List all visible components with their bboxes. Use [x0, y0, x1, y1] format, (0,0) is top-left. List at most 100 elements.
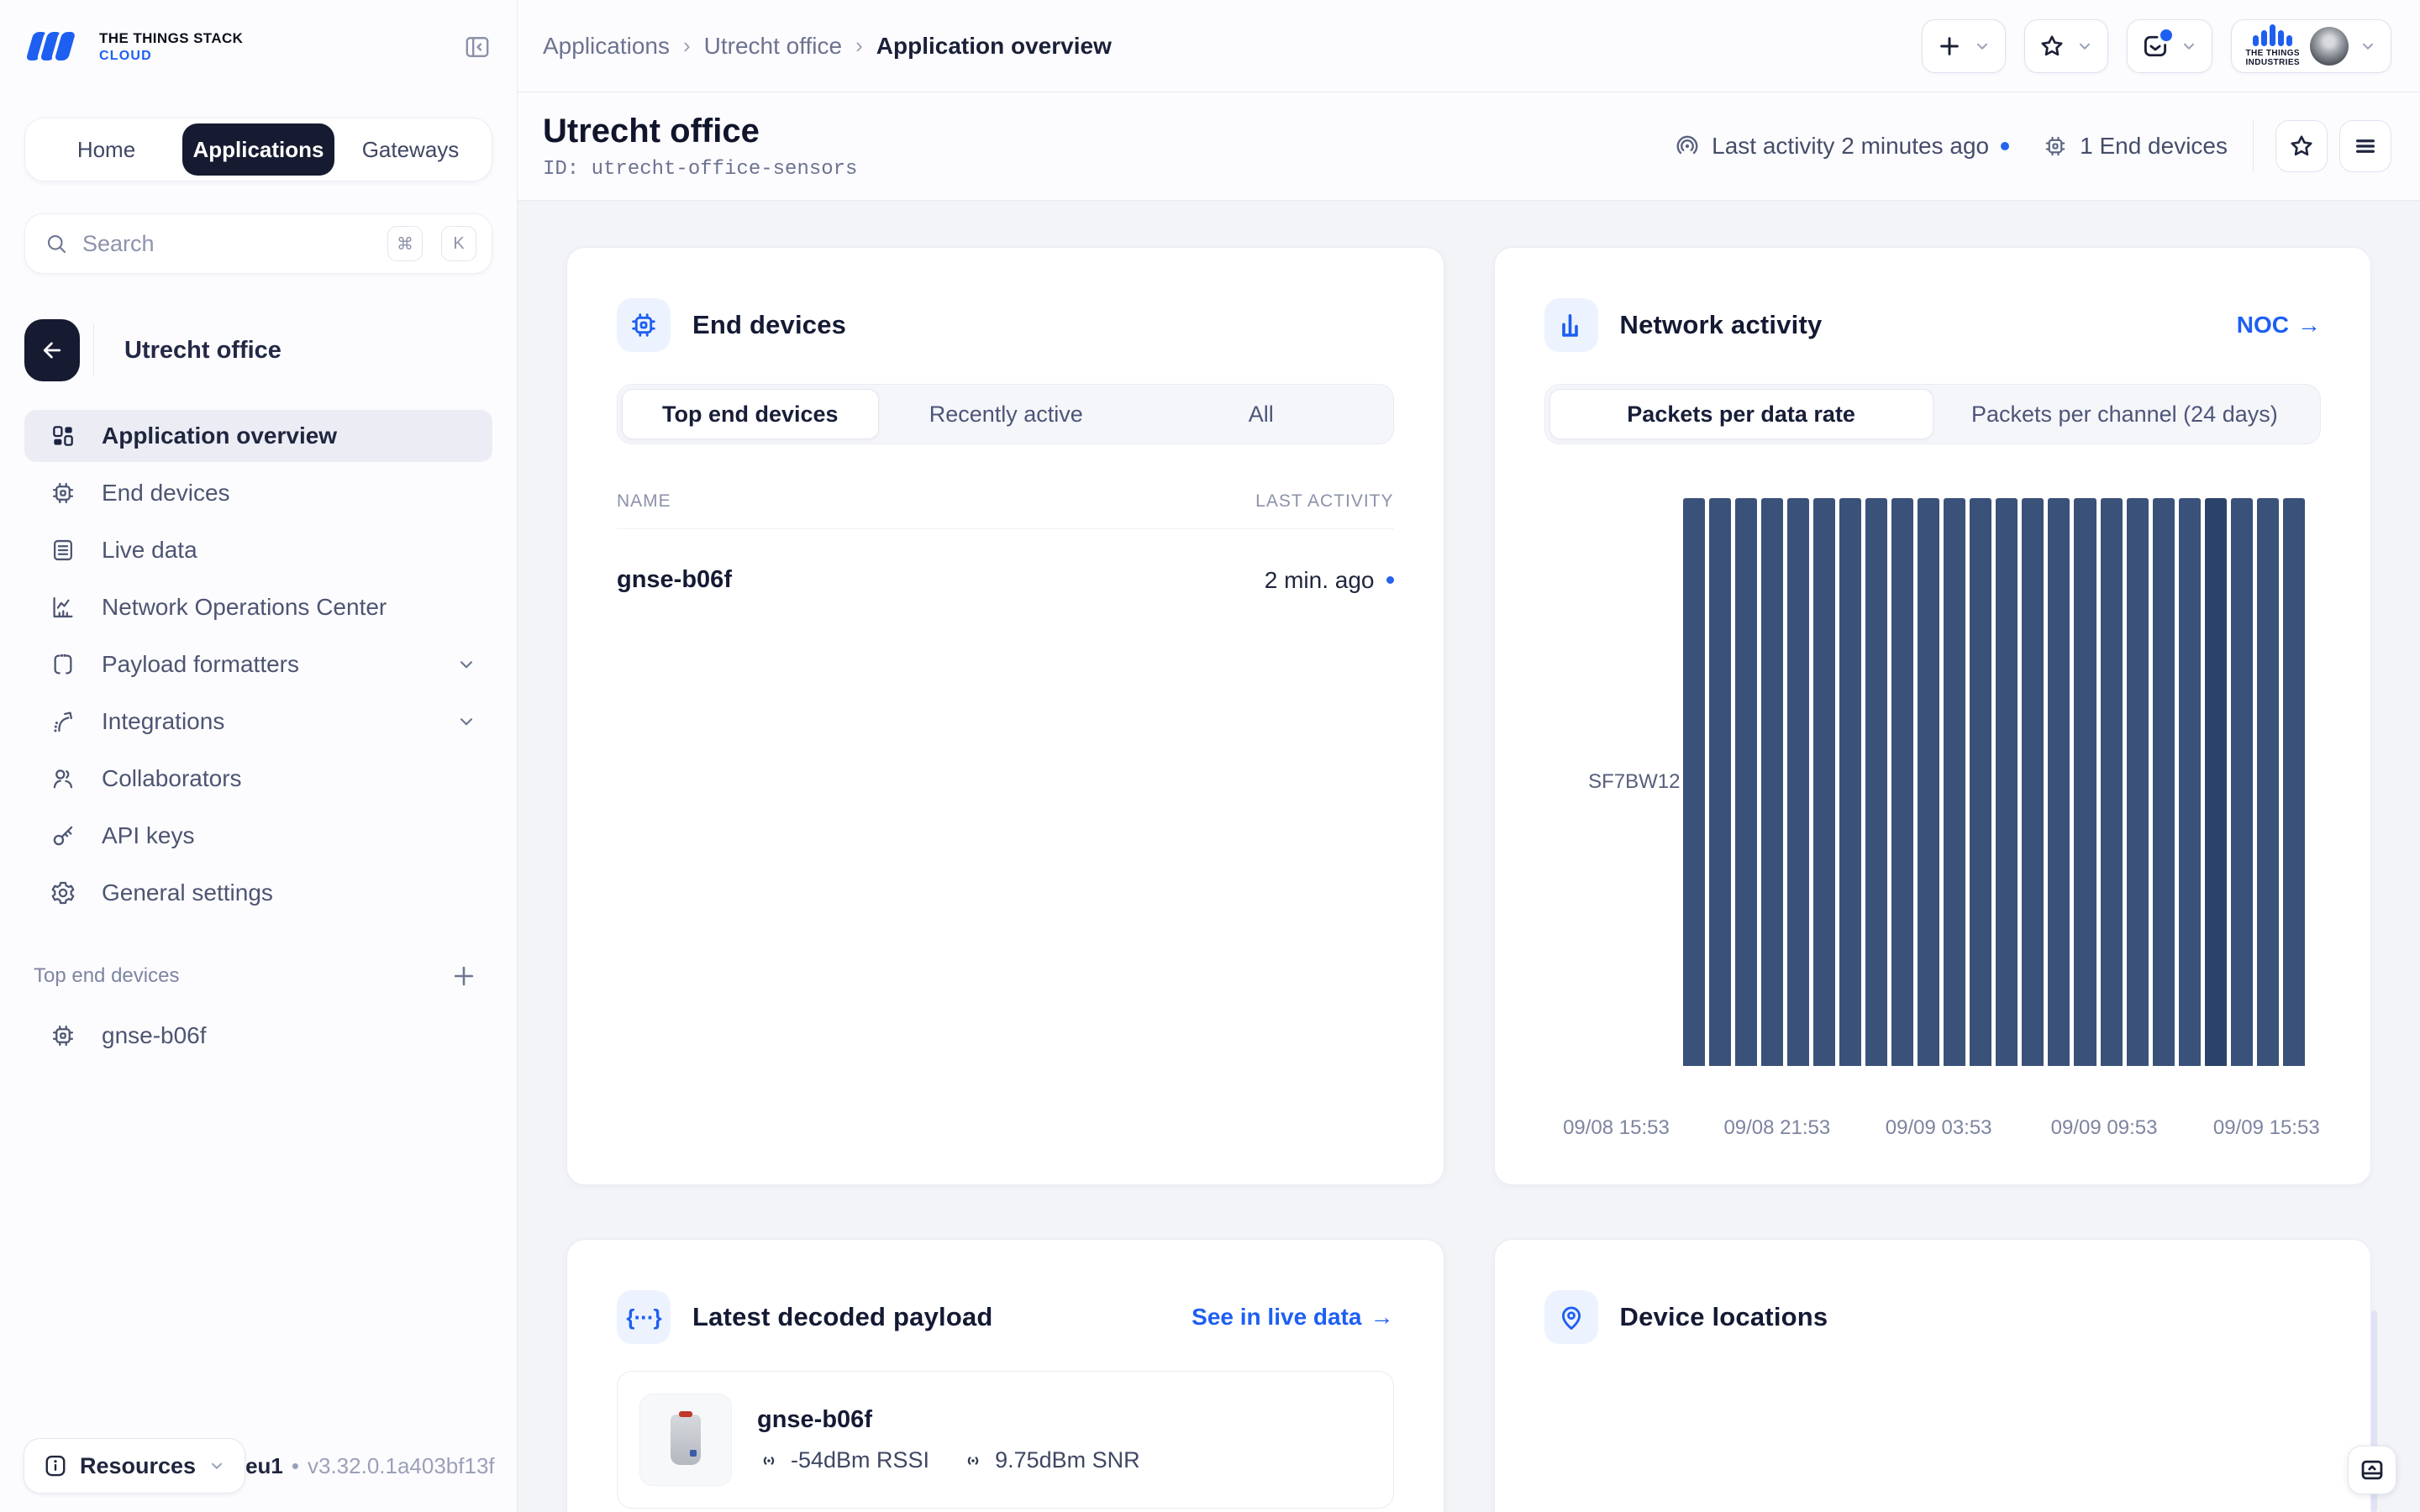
stack-version: v3.32.0.1a403bf13f: [308, 1452, 495, 1478]
chart-bar[interactable]: [1865, 498, 1887, 1066]
feedback-widget-button[interactable]: [2348, 1446, 2396, 1494]
end-devices-tab[interactable]: Recently active: [879, 389, 1134, 439]
sidebar-item-end-devices[interactable]: End devices: [24, 467, 492, 519]
sidebar-item-application-overview[interactable]: Application overview: [24, 410, 492, 462]
page-menu-button[interactable]: [2339, 120, 2391, 172]
sidebar-item-label: End devices: [102, 480, 230, 506]
sidebar-item-general-settings[interactable]: General settings: [24, 867, 492, 919]
shortcut-k-key: K: [441, 226, 476, 261]
people-icon: [50, 765, 76, 792]
chart-bar[interactable]: [2074, 498, 2096, 1066]
network-activity-tab[interactable]: Packets per channel (24 days): [1933, 389, 2316, 439]
chart-bar[interactable]: [2100, 498, 2123, 1066]
sidebar-item-payload-formatters[interactable]: Payload formatters: [24, 638, 492, 690]
chart-bar[interactable]: [2204, 498, 2227, 1066]
application-id: ID: utrecht-office-sensors: [543, 157, 858, 181]
brand-line1: THE THINGS STACK: [99, 30, 244, 46]
sidebar-item-live-data[interactable]: Live data: [24, 524, 492, 576]
bookmark-application-button[interactable]: [2275, 120, 2328, 172]
breadcrumb: Applications › Utrecht office › Applicat…: [543, 33, 1112, 60]
add-top-device-button[interactable]: [450, 959, 483, 993]
chart-bar[interactable]: [2048, 498, 2070, 1066]
payload-device-box[interactable]: gnse-b06f -54dBm RSSI 9.75dBm SNR: [617, 1371, 1394, 1509]
payload-device-name: gnse-b06f: [757, 1406, 872, 1433]
chevron-down-icon: [1977, 43, 1988, 50]
breadcrumb-utrecht-office[interactable]: Utrecht office: [704, 33, 842, 60]
things-industries-logo: THE THINGS INDUSTRIES: [2245, 24, 2300, 67]
snr-value: 9.75dBm SNR: [995, 1447, 1140, 1473]
signal-snr-icon: [967, 1456, 979, 1465]
device-count-text: 1 End devices: [2080, 133, 2228, 159]
chart-bar[interactable]: [2022, 498, 2044, 1066]
end-devices-table: gnse-b06f 2 min. ago: [617, 566, 1394, 594]
chart-bar[interactable]: [1708, 498, 1731, 1066]
breadcrumb-separator: ›: [682, 33, 691, 58]
chart-bar[interactable]: [2152, 498, 2175, 1066]
breadcrumb-separator: ›: [855, 33, 863, 58]
top-tab-gateways[interactable]: Gateways: [334, 123, 487, 176]
chart-bar[interactable]: [2126, 498, 2149, 1066]
add-entity-button[interactable]: [1922, 18, 2007, 73]
end-devices-tab[interactable]: All: [1134, 389, 1389, 439]
sidebar-collapse-button[interactable]: [463, 33, 492, 61]
sidebar-item-integrations[interactable]: Integrations: [24, 696, 492, 748]
device-photo: [639, 1394, 732, 1486]
top-tab-applications[interactable]: Applications: [182, 123, 334, 176]
chart-bar[interactable]: [1734, 498, 1757, 1066]
back-button[interactable]: [24, 319, 80, 381]
page-header: Utrecht office ID: utrecht-office-sensor…: [518, 92, 2420, 201]
notifications-button[interactable]: [2127, 18, 2213, 73]
top-tab-home[interactable]: Home: [30, 123, 182, 176]
sidebar-item-api-keys[interactable]: API keys: [24, 810, 492, 862]
search-input[interactable]: Search ⌘ K: [24, 213, 492, 274]
dashboard-icon: [50, 423, 76, 449]
y-axis-category-label: SF7BW12: [1588, 770, 1681, 793]
top-end-devices-section-label: Top end devices: [34, 964, 180, 987]
star-icon: [2291, 135, 2312, 156]
sidebar-device-gnse-b06f[interactable]: gnse-b06f: [24, 1010, 492, 1062]
chip-icon: [2045, 136, 2065, 156]
chart-bar[interactable]: [2230, 498, 2253, 1066]
chart-bar[interactable]: [1891, 498, 1914, 1066]
sidebar-item-collaborators[interactable]: Collaborators: [24, 753, 492, 805]
chart-bar[interactable]: [2256, 498, 2279, 1066]
tti-logo-line1: THE THINGS: [2245, 49, 2300, 58]
end-devices-card-title: End devices: [692, 310, 847, 339]
chart-bar[interactable]: [1944, 498, 1966, 1066]
x-axis-label: 09/09 03:53: [1885, 1116, 1992, 1139]
table-row[interactable]: gnse-b06f 2 min. ago: [617, 566, 1394, 594]
breadcrumb-applications[interactable]: Applications: [543, 33, 670, 60]
sidebar-item-label: Network Operations Center: [102, 594, 387, 620]
brand-line2: CLOUD: [99, 49, 152, 63]
chart-bar[interactable]: [1970, 498, 1992, 1066]
account-menu-button[interactable]: THE THINGS INDUSTRIES: [2231, 18, 2391, 73]
end-devices-tab[interactable]: Top end devices: [622, 389, 879, 439]
end-devices-card: End devices Top end devices Recently act…: [566, 247, 1444, 1185]
chart-bar[interactable]: [1760, 498, 1783, 1066]
network-activity-card-title: Network activity: [1619, 310, 1823, 339]
sidebar-item-network-operations-center[interactable]: Network Operations Center: [24, 581, 492, 633]
network-activity-tab[interactable]: Packets per data rate: [1549, 389, 1933, 439]
content-grid: End devices Top end devices Recently act…: [518, 201, 2420, 1512]
chip-icon: [50, 1022, 76, 1049]
chart-bar[interactable]: [1839, 498, 1861, 1066]
x-axis-label: 09/08 21:53: [1723, 1116, 1831, 1139]
search-placeholder: Search: [82, 230, 155, 256]
chart-bar[interactable]: [2282, 498, 2305, 1066]
things-stack-logo: THE THINGS STACK CLOUD: [22, 25, 243, 69]
chart-bar[interactable]: [1682, 498, 1705, 1066]
chart-bar[interactable]: [1812, 498, 1835, 1066]
chart-bar[interactable]: [1786, 498, 1809, 1066]
chart-x-labels: 09/08 15:53 09/08 21:53 09/09 03:53 09/09 0…: [1544, 1106, 2322, 1165]
chart-bar[interactable]: [1918, 498, 1940, 1066]
search-icon: [47, 234, 66, 254]
chart-bar[interactable]: [1996, 498, 2018, 1066]
resources-button[interactable]: Resources: [24, 1438, 246, 1494]
see-live-data-link[interactable]: See in live data →: [1192, 1304, 1393, 1331]
chart-bars: [1682, 498, 2305, 1066]
network-activity-tabs: Packets per data rate Packets per channe…: [1544, 384, 2321, 444]
chart-bar[interactable]: [2178, 498, 2201, 1066]
latest-payload-card-title: Latest decoded payload: [692, 1302, 993, 1331]
bookmarks-button[interactable]: [2024, 18, 2109, 73]
noc-link[interactable]: NOC →: [2237, 312, 2321, 339]
